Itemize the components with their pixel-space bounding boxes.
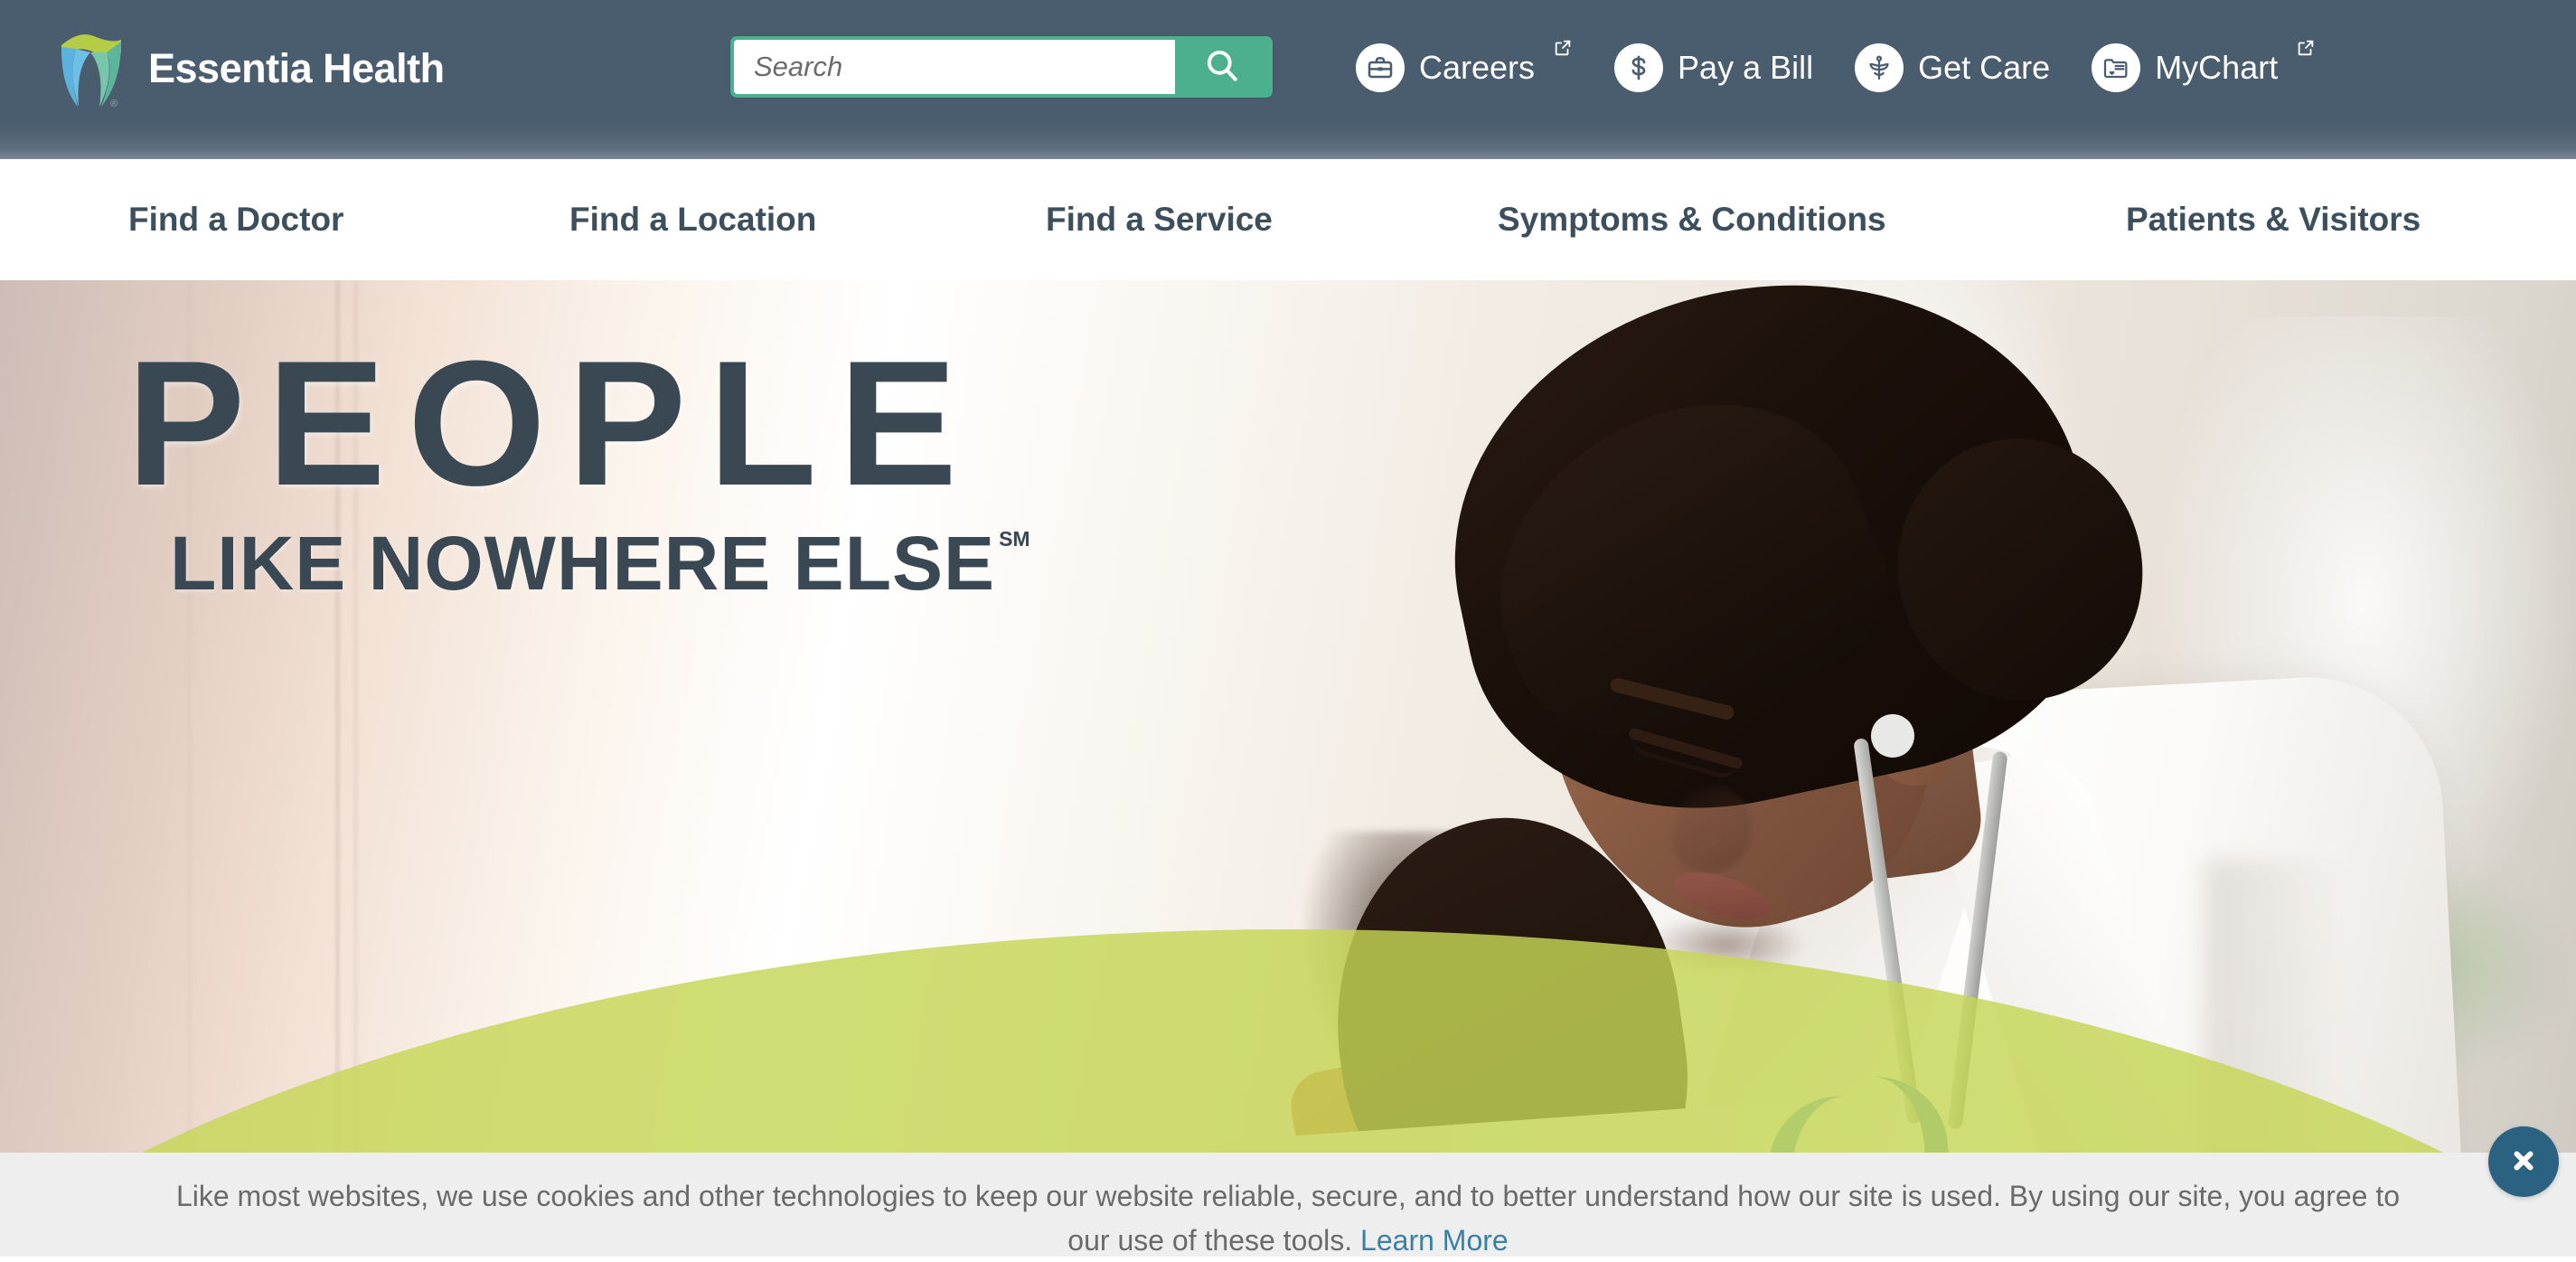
- external-link-icon: [1553, 38, 1573, 58]
- stethoscope-earpiece: [1871, 714, 1914, 758]
- hero-service-mark: SM: [999, 527, 1030, 551]
- hero-banner: >‿< PEOPLE LIKE NOWHERE ELSE SM: [0, 280, 2576, 1153]
- utility-label-pay-a-bill: Pay a Bill: [1678, 49, 1814, 86]
- close-banner-button[interactable]: [2488, 1126, 2559, 1197]
- utility-label-careers: Careers: [1419, 49, 1536, 86]
- brand-name: Essentia Health: [148, 44, 445, 91]
- dollar-sign-icon: [1614, 43, 1664, 92]
- utility-item-pay-a-bill[interactable]: Pay a Bill: [1614, 43, 1813, 92]
- doctor-chin-shadow: [1645, 913, 1808, 976]
- search-bar[interactable]: [730, 36, 1273, 98]
- cookie-consent-banner: Like most websites, we use cookies and o…: [0, 1153, 2576, 1257]
- hero-photo-subject: [1169, 280, 2576, 1153]
- close-x-icon: [2507, 1144, 2540, 1180]
- nav-item-find-a-location[interactable]: Find a Location: [569, 201, 816, 239]
- cookie-learn-more-link[interactable]: Learn More: [1360, 1224, 1509, 1257]
- briefcase-icon: [1356, 43, 1405, 92]
- caduceus-icon: [1855, 43, 1904, 92]
- cookie-banner-message: Like most websites, we use cookies and o…: [175, 1180, 2401, 1257]
- essentia-three-leaf-logo-icon: ®: [54, 25, 127, 111]
- nav-item-find-a-doctor[interactable]: Find a Doctor: [128, 201, 343, 239]
- utility-label-mychart: MyChart: [2155, 49, 2279, 86]
- medical-folder-heart-icon: [2092, 43, 2141, 92]
- utility-item-mychart[interactable]: MyChart: [2092, 40, 2316, 92]
- brand-logo-link[interactable]: ® Essentia Health: [54, 25, 445, 111]
- hero-copy: PEOPLE LIKE NOWHERE ELSE SM: [127, 324, 1302, 606]
- search-button[interactable]: [1175, 40, 1269, 94]
- svg-text:®: ®: [110, 99, 118, 109]
- site-header: ® Essentia Health Search Careers Pay a B…: [0, 0, 2576, 159]
- cookie-banner-text: Like most websites, we use cookies and o…: [163, 1174, 2413, 1262]
- nav-item-find-a-service[interactable]: Find a Service: [1046, 201, 1273, 239]
- external-link-icon: [2296, 38, 2316, 58]
- main-navigation: Find a Doctor Find a Location Find a Ser…: [0, 159, 2576, 280]
- hero-subheadline: LIKE NOWHERE ELSE: [170, 521, 996, 606]
- hero-headline: PEOPLE: [127, 324, 980, 523]
- search-input[interactable]: [734, 40, 1175, 94]
- nav-item-symptoms-and-conditions[interactable]: Symptoms & Conditions: [1498, 201, 1886, 239]
- utility-item-careers[interactable]: Careers: [1356, 40, 1573, 92]
- nav-item-patients-and-visitors[interactable]: Patients & Visitors: [2126, 201, 2421, 239]
- doctor-coat-fold: [2205, 859, 2341, 1153]
- utility-label-get-care: Get Care: [1918, 49, 2051, 86]
- search-icon: [1202, 46, 1242, 89]
- utility-navigation: Careers Pay a Bill Get Care MyChart: [1356, 40, 2316, 92]
- utility-item-get-care[interactable]: Get Care: [1855, 43, 2050, 92]
